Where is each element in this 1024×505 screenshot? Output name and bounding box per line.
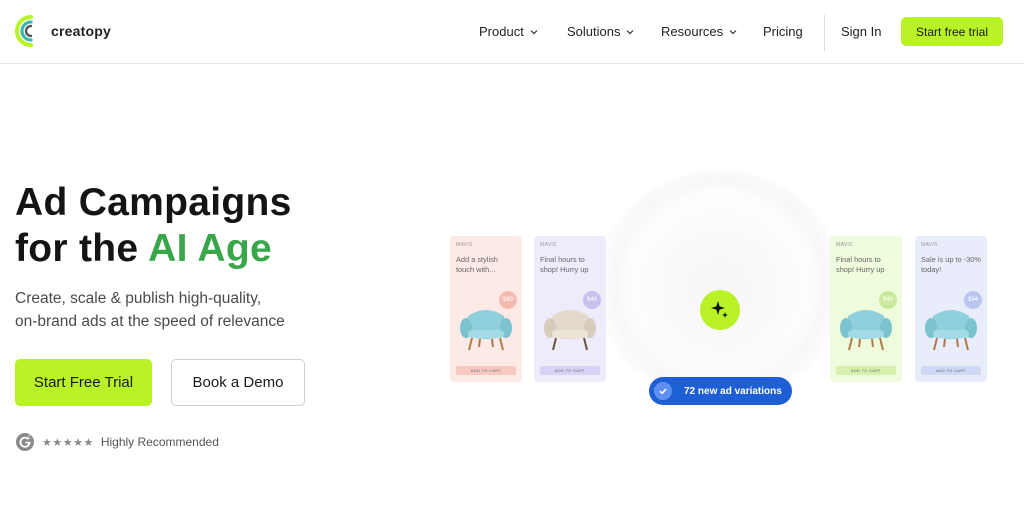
- card-text: Sale is up to -30% today!: [921, 255, 981, 274]
- logo-text: creatopy: [51, 23, 111, 39]
- ad-card-2: MAVIS Final hours to shop! Hurry up $40 …: [534, 236, 606, 382]
- headline-accent: AI Age: [148, 227, 272, 270]
- armchair-image: [925, 310, 977, 351]
- chevron-down-icon: [530, 29, 538, 34]
- subtext-line-2: on-brand ads at the speed of relevance: [15, 313, 285, 330]
- chevron-down-icon: [729, 29, 737, 34]
- rating-row: 2 ★★★★★ Highly Recommended: [15, 432, 219, 452]
- add-to-cart-button: ADD TO CART: [540, 366, 600, 375]
- card-brand: MAVIS: [836, 242, 853, 248]
- add-to-cart-button: ADD TO CART: [456, 366, 516, 375]
- nav-product-label: Product: [479, 24, 524, 39]
- logo-icon: [15, 15, 33, 47]
- nav-divider: [824, 15, 825, 51]
- sparkle-button: [700, 290, 740, 330]
- sparkle-icon: [711, 301, 728, 318]
- ad-variations-badge: 72 new ad variations: [649, 377, 792, 405]
- card-brand: MAVIS: [540, 242, 557, 248]
- ad-card-4: MAVIS Sale is up to -30% today! $94 ADD …: [915, 236, 987, 382]
- svg-text:2: 2: [28, 434, 31, 440]
- headline-line-2-prefix: for the: [15, 227, 149, 270]
- book-demo-button[interactable]: Book a Demo: [171, 359, 305, 406]
- ad-variations-visual: MAVIS Add a stylish touch with... $80 AD…: [430, 170, 1010, 420]
- nav-resources-label: Resources: [661, 24, 724, 39]
- nav-product[interactable]: Product: [479, 24, 538, 39]
- hero-subtext: Create, scale & publish high-quality, on…: [15, 287, 315, 333]
- ad-card-3: MAVIS Final hours to shop! Hurry up $40 …: [830, 236, 902, 382]
- add-to-cart-button: ADD TO CART: [836, 366, 896, 375]
- top-navigation: creatopy Product Solutions Resources Pri…: [0, 0, 1024, 64]
- card-text: Final hours to shop! Hurry up: [540, 255, 589, 274]
- nav-resources[interactable]: Resources: [661, 24, 737, 39]
- nav-solutions[interactable]: Solutions: [567, 24, 634, 39]
- card-text: Add a stylish touch with...: [456, 255, 498, 274]
- nav-pricing[interactable]: Pricing: [763, 24, 803, 39]
- ad-card-1: MAVIS Add a stylish touch with... $80 AD…: [450, 236, 522, 382]
- armchair-image: [460, 310, 512, 351]
- start-free-trial-button[interactable]: Start Free Trial: [15, 359, 152, 406]
- badge-text: 72 new ad variations: [684, 385, 782, 397]
- nav-pricing-label: Pricing: [763, 24, 803, 39]
- add-to-cart-button: ADD TO CART: [921, 366, 981, 375]
- card-text: Final hours to shop! Hurry up: [836, 255, 885, 274]
- sign-in-link[interactable]: Sign In: [841, 24, 881, 39]
- armchair-image: [840, 310, 892, 351]
- start-free-trial-nav-button[interactable]: Start free trial: [901, 17, 1003, 46]
- card-brand: MAVIS: [456, 242, 473, 248]
- g2-icon: 2: [16, 433, 34, 451]
- hero-headline: Ad Campaigns for the AI Age: [15, 180, 292, 272]
- creatopy-logo[interactable]: creatopy: [15, 14, 111, 48]
- card-brand: MAVIS: [921, 242, 938, 248]
- nav-solutions-label: Solutions: [567, 24, 621, 39]
- rating-label: Highly Recommended: [100, 435, 219, 449]
- chevron-down-icon: [627, 29, 634, 34]
- check-circle-icon: [654, 382, 672, 400]
- headline-line-1: Ad Campaigns: [15, 181, 292, 224]
- star-rating: ★★★★★: [42, 436, 94, 449]
- subtext-line-1: Create, scale & publish high-quality,: [15, 290, 262, 307]
- armchair-image: [544, 310, 596, 351]
